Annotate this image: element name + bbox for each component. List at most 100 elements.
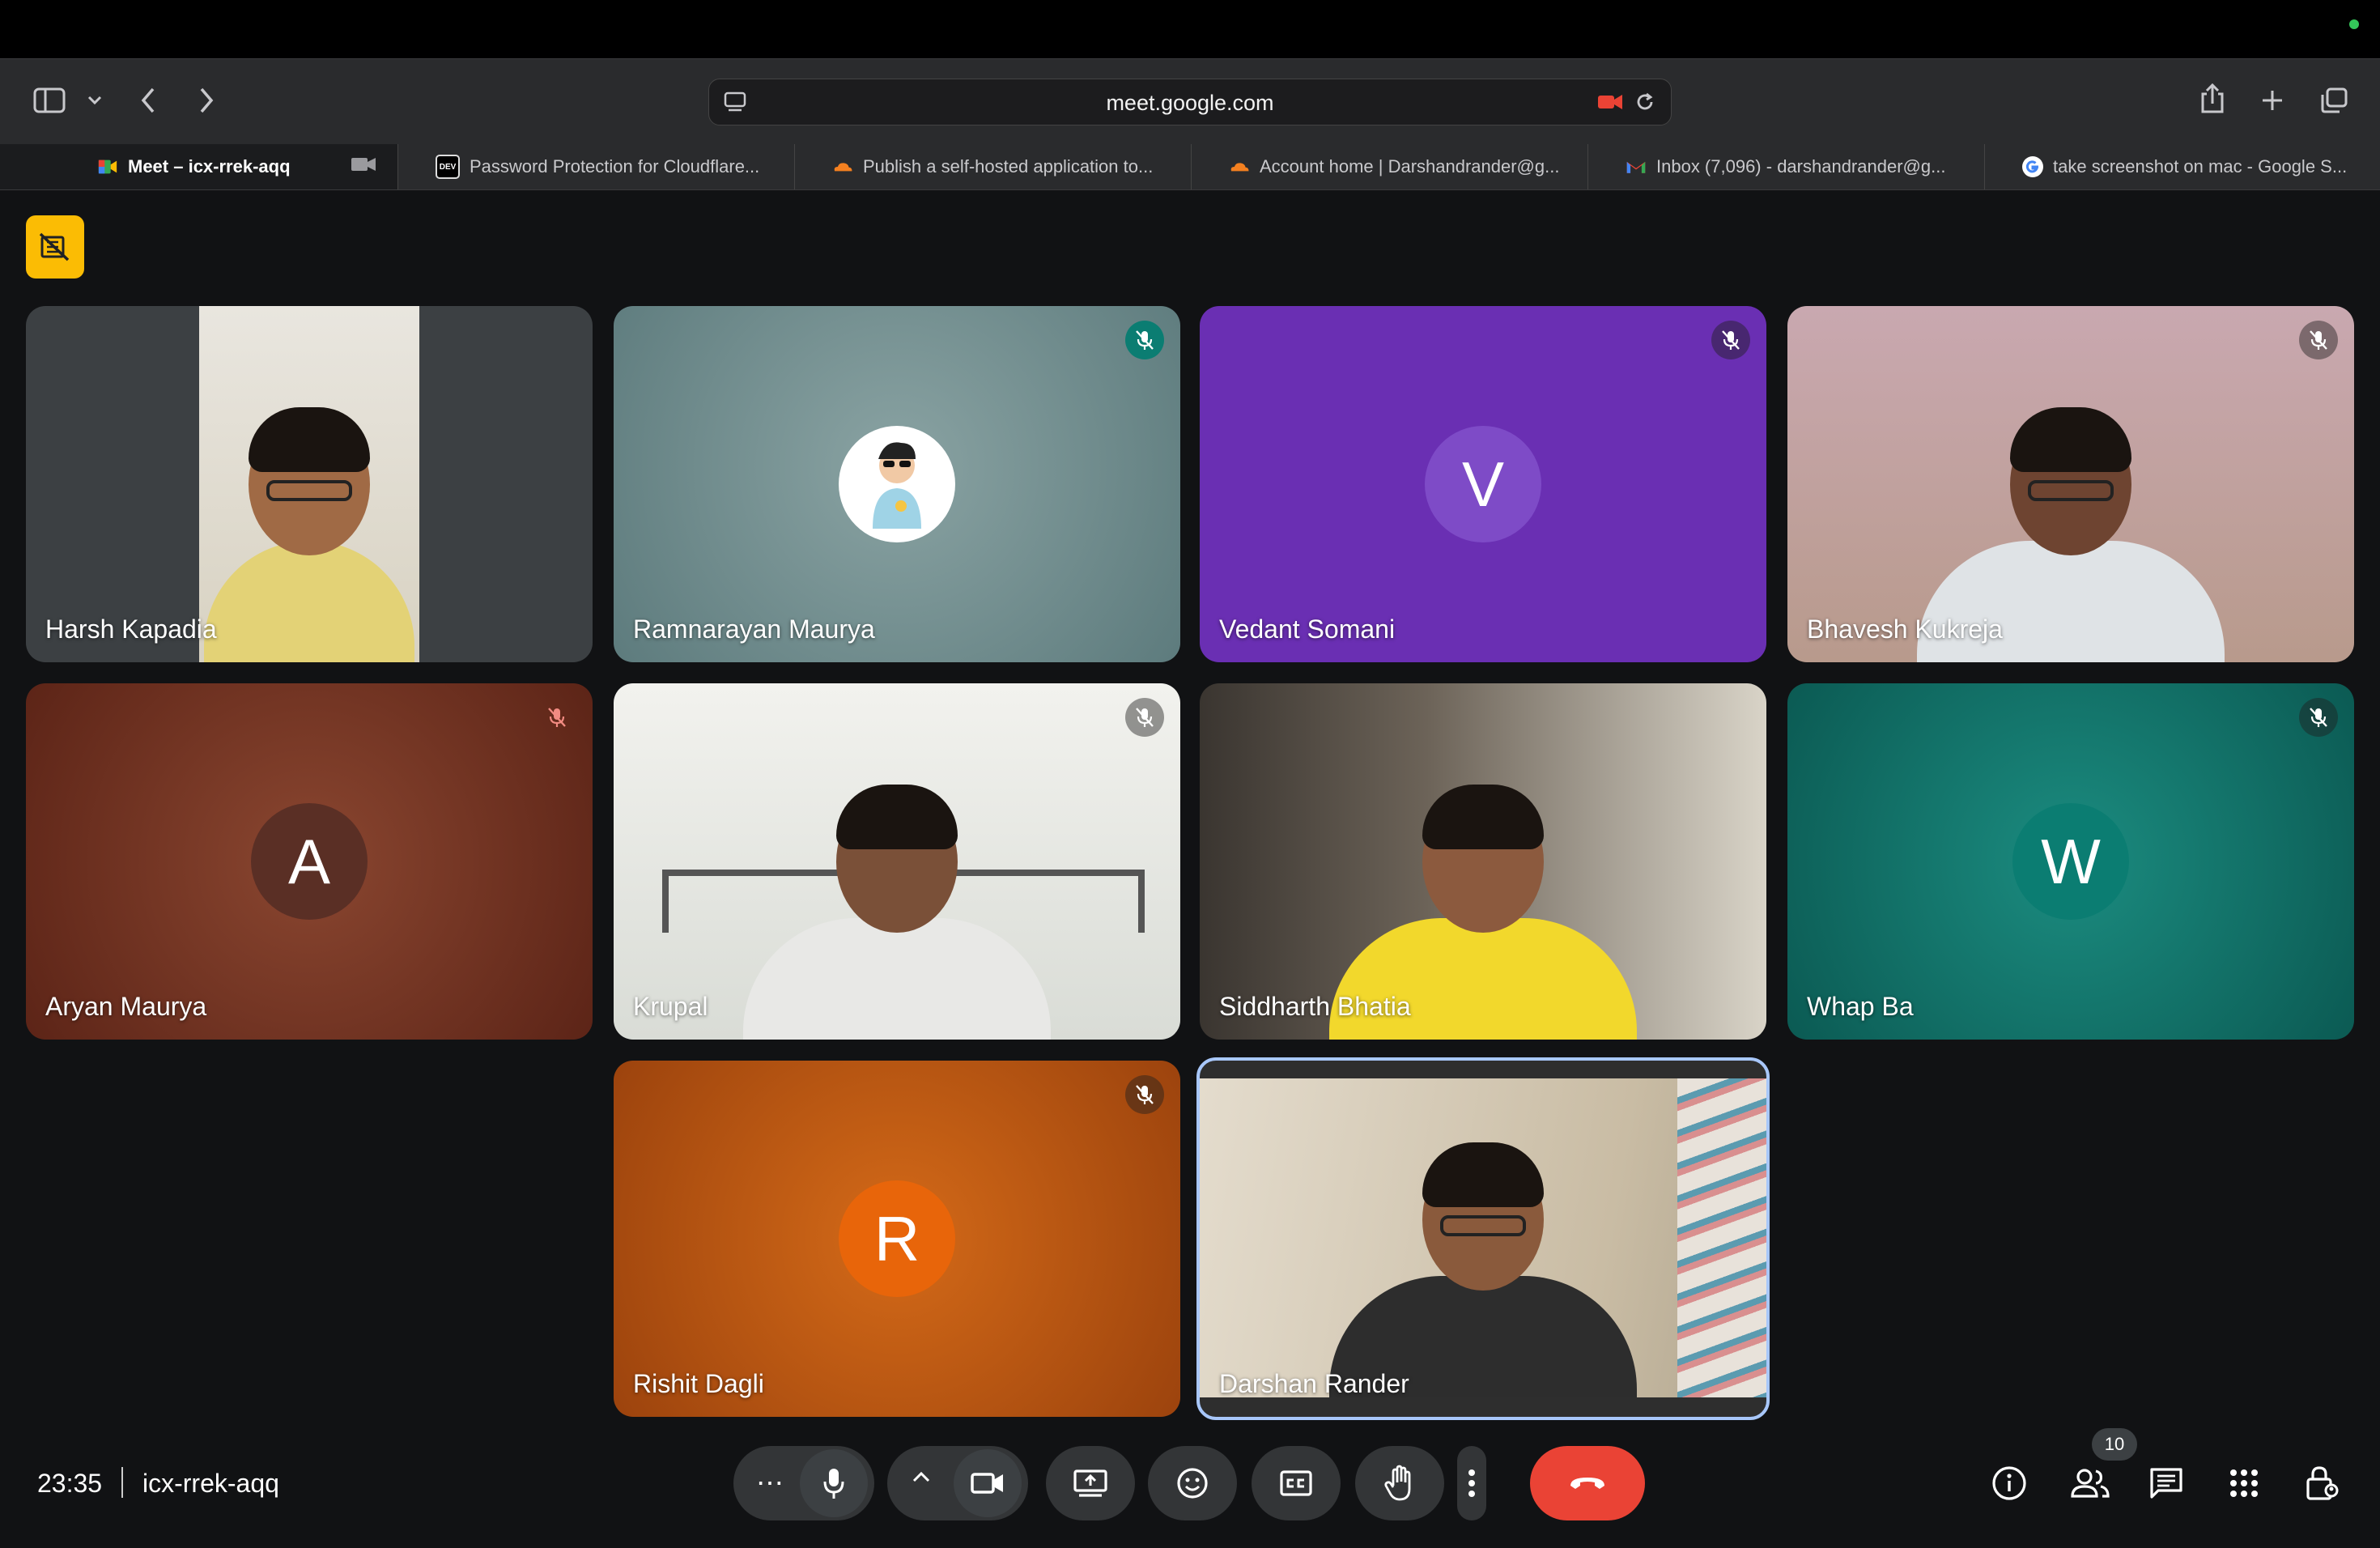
end-call-button[interactable]: [1530, 1446, 1645, 1520]
participant-tile[interactable]: A Aryan Maurya: [26, 683, 593, 1040]
new-tab-icon[interactable]: [2252, 80, 2293, 121]
mic-off-icon: [1125, 1075, 1164, 1114]
video-off-icon: [39, 232, 70, 262]
more-options-button[interactable]: [1457, 1446, 1486, 1520]
reactions-button[interactable]: [1148, 1446, 1237, 1520]
reload-icon[interactable]: [1634, 91, 1656, 117]
mic-control-group: ⋯: [733, 1446, 874, 1520]
present-screen-icon: [1073, 1469, 1107, 1497]
browser-toolbar: meet.google.com: [0, 58, 2380, 145]
people-button[interactable]: [2056, 1449, 2124, 1517]
tab-label: Publish a self-hosted application to...: [863, 156, 1154, 176]
participant-tile[interactable]: R Rishit Dagli: [614, 1061, 1180, 1417]
camera-in-use-icon[interactable]: [1596, 91, 1624, 117]
participant-video: [199, 306, 419, 662]
raise-hand-button[interactable]: [1355, 1446, 1444, 1520]
mic-off-icon: [2299, 321, 2338, 359]
chat-button[interactable]: [2132, 1449, 2200, 1517]
participant-name: Whap Ba: [1807, 992, 1914, 1021]
participant-tile[interactable]: Krupal: [614, 683, 1180, 1040]
share-icon[interactable]: [2192, 79, 2233, 119]
hand-icon: [1384, 1465, 1411, 1501]
tab-meet[interactable]: Meet – icx-rrek-aqq: [0, 144, 398, 189]
avatar: R: [839, 1180, 955, 1297]
tab-camera-icon: [351, 155, 376, 178]
captions-button[interactable]: [1252, 1446, 1341, 1520]
address-bar[interactable]: meet.google.com: [708, 79, 1672, 125]
apps-grid-icon: [2230, 1469, 2258, 1497]
google-meet-icon: [97, 156, 118, 177]
host-controls-button[interactable]: [2288, 1449, 2356, 1517]
tab-overview-icon[interactable]: [2314, 80, 2354, 121]
tab-gmail[interactable]: Inbox (7,096) - darshandrander@g...: [1588, 144, 1985, 189]
tab-label: Password Protection for Cloudflare...: [470, 156, 760, 176]
participant-tile[interactable]: Siddharth Bhatia: [1200, 683, 1766, 1040]
info-icon: [1992, 1466, 2026, 1500]
google-icon: [2022, 156, 2043, 177]
url-text: meet.google.com: [1106, 91, 1274, 115]
mic-button[interactable]: [800, 1449, 868, 1517]
participant-name: Siddharth Bhatia: [1219, 992, 1411, 1021]
participant-name: Vedant Somani: [1219, 615, 1396, 644]
mic-off-icon: [538, 698, 576, 737]
mic-icon: [823, 1469, 844, 1499]
self-video: [1200, 1078, 1766, 1397]
tab-label: Inbox (7,096) - darshandrander@g...: [1656, 156, 1946, 176]
camera-control-group: [887, 1446, 1028, 1520]
participant-tile[interactable]: Ramnarayan Maurya: [614, 306, 1180, 662]
more-vert-icon: [1468, 1469, 1475, 1497]
tab-dev[interactable]: DEV Password Protection for Cloudflare..…: [398, 144, 795, 189]
people-icon: [2071, 1469, 2110, 1498]
avatar: V: [1425, 426, 1541, 542]
curtain: [1677, 1078, 1766, 1397]
audio-settings-icon[interactable]: ⋯: [756, 1467, 785, 1499]
mic-off-icon: [1125, 698, 1164, 737]
meeting-controls: 23:35 icx-rrek-aqq ⋯ 10: [0, 1428, 2380, 1548]
emoji-icon: [1177, 1468, 1208, 1499]
participant-name: Harsh Kapadia: [45, 615, 217, 644]
back-icon[interactable]: [128, 80, 168, 121]
participant-name: Darshan Rander: [1219, 1369, 1409, 1398]
participant-video: [743, 785, 1051, 1040]
participant-tile[interactable]: W Whap Ba: [1787, 683, 2354, 1040]
meeting-code: icx-rrek-aqq: [142, 1469, 279, 1498]
tab-label: Account home | Darshandrander@g...: [1260, 156, 1560, 176]
chevron-up-icon[interactable]: [912, 1470, 931, 1487]
tab-bar: Meet – icx-rrek-aqq DEV Password Protect…: [0, 144, 2380, 190]
participant-tile[interactable]: Bhavesh Kukreja: [1787, 306, 2354, 662]
camera-indicator-icon: [2349, 19, 2359, 29]
chevron-down-icon[interactable]: [74, 80, 115, 121]
avatar: W: [2012, 803, 2129, 920]
mic-off-icon: [1125, 321, 1164, 359]
cloudflare-icon: [832, 156, 853, 177]
system-top-bar: [0, 0, 2380, 58]
cloudflare-icon: [1229, 156, 1250, 177]
participant-tile[interactable]: V Vedant Somani: [1200, 306, 1766, 662]
forward-icon[interactable]: [186, 80, 227, 121]
present-button[interactable]: [1046, 1446, 1135, 1520]
dev-icon: DEV: [436, 155, 460, 179]
participant-name: Krupal: [633, 992, 708, 1021]
participant-tile[interactable]: Harsh Kapadia: [26, 306, 593, 662]
gmail-icon: [1626, 156, 1647, 177]
participant-name: Bhavesh Kukreja: [1807, 615, 2003, 644]
hang-up-icon: [1570, 1478, 1604, 1489]
camera-button[interactable]: [954, 1449, 1022, 1517]
meeting-details-button[interactable]: [1975, 1449, 2043, 1517]
chat-icon: [2150, 1468, 2182, 1499]
lock-person-icon: [2306, 1466, 2339, 1500]
tab-label: take screenshot on mac - Google S...: [2053, 156, 2348, 176]
closed-captions-icon: [1280, 1470, 1312, 1496]
participant-name: Aryan Maurya: [45, 992, 207, 1021]
self-view-tile[interactable]: Darshan Rander: [1196, 1057, 1770, 1420]
tab-label: Meet – icx-rrek-aqq: [128, 156, 291, 176]
mic-off-icon: [2299, 698, 2338, 737]
tab-cloudflare-account[interactable]: Account home | Darshandrander@g...: [1192, 144, 1588, 189]
tab-cloudflare-publish[interactable]: Publish a self-hosted application to...: [795, 144, 1192, 189]
tab-google-search[interactable]: take screenshot on mac - Google S...: [1985, 144, 2380, 189]
avatar: [839, 426, 955, 542]
sidebar-toggle-icon[interactable]: [29, 80, 70, 121]
activities-button[interactable]: [2210, 1449, 2278, 1517]
camera-off-indicator[interactable]: [26, 215, 84, 279]
avatar: A: [251, 803, 368, 920]
